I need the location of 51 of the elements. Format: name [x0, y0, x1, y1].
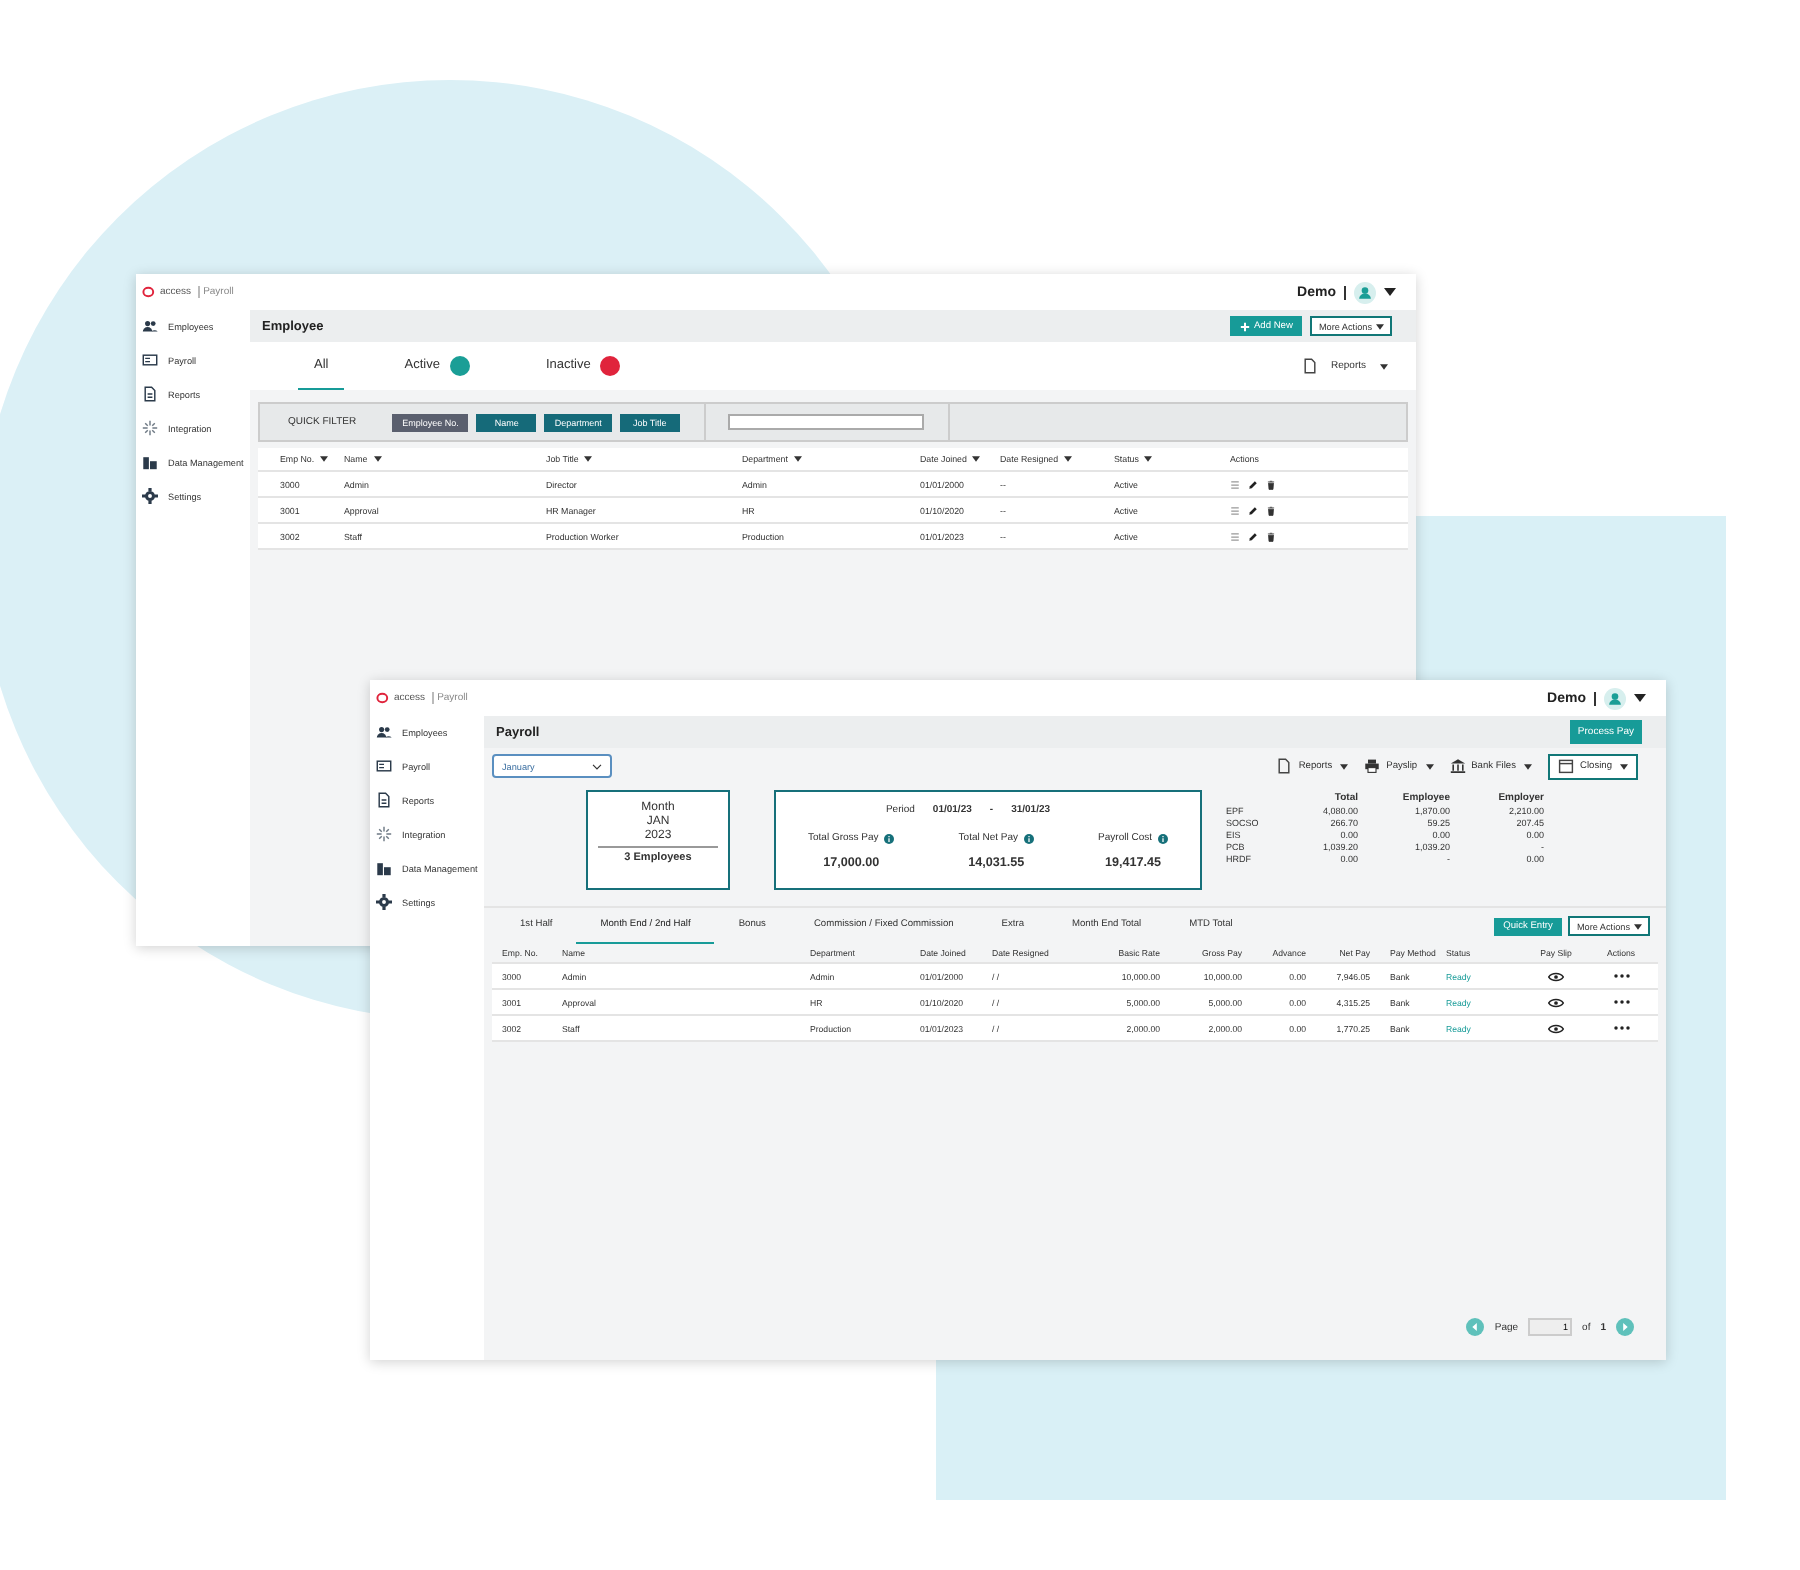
eye-icon[interactable] [1548, 1023, 1564, 1033]
caret-icon [1634, 923, 1642, 929]
sort-icon[interactable] [373, 456, 382, 462]
caret-icon [1380, 363, 1388, 369]
plus-icon [1239, 321, 1250, 331]
eye-icon[interactable] [1548, 997, 1564, 1007]
card-icon [376, 758, 392, 774]
caret-icon [1376, 323, 1384, 329]
delete-icon[interactable] [1266, 505, 1276, 515]
building-icon [376, 860, 392, 876]
sort-icon[interactable] [1064, 456, 1073, 462]
edit-icon[interactable] [1248, 531, 1258, 541]
logo-icon [142, 286, 156, 298]
sort-icon[interactable] [793, 456, 802, 462]
caret-icon [1425, 763, 1434, 769]
delete-icon[interactable] [1266, 479, 1276, 489]
people-icon [376, 724, 392, 740]
people-icon [142, 318, 158, 334]
caret-icon [1340, 763, 1349, 769]
search-field[interactable] [728, 414, 925, 430]
caret-icon[interactable] [1634, 694, 1646, 702]
gear-icon [142, 488, 158, 504]
avatar-icon[interactable] [1354, 281, 1376, 303]
caret-icon[interactable] [1384, 288, 1396, 296]
eye-icon[interactable] [1548, 971, 1564, 981]
sort-icon[interactable] [1144, 456, 1153, 462]
chevron-down-icon [592, 763, 602, 769]
logo-icon [376, 692, 390, 704]
gear-icon [376, 894, 392, 910]
document-icon [1276, 758, 1293, 774]
document-icon [376, 792, 392, 808]
caret-icon [1620, 763, 1628, 769]
avatar-icon[interactable] [1604, 687, 1626, 709]
sort-icon[interactable] [320, 456, 329, 462]
info-icon[interactable] [884, 833, 895, 843]
edit-icon[interactable] [1248, 479, 1258, 489]
sort-icon[interactable] [972, 456, 981, 462]
calendar-icon [1558, 758, 1574, 774]
sparkle-icon [142, 420, 158, 436]
delete-icon[interactable] [1266, 531, 1276, 541]
info-icon[interactable] [1024, 833, 1035, 843]
info-icon[interactable] [1158, 833, 1168, 843]
caret-icon [1524, 763, 1532, 769]
sparkle-icon [376, 826, 392, 842]
document-icon [1302, 358, 1319, 374]
printer-icon [1364, 758, 1381, 774]
building-icon [142, 454, 158, 470]
document-icon [142, 386, 158, 402]
card-icon [142, 352, 158, 368]
bank-icon [1449, 758, 1466, 774]
sort-icon[interactable] [584, 456, 593, 462]
